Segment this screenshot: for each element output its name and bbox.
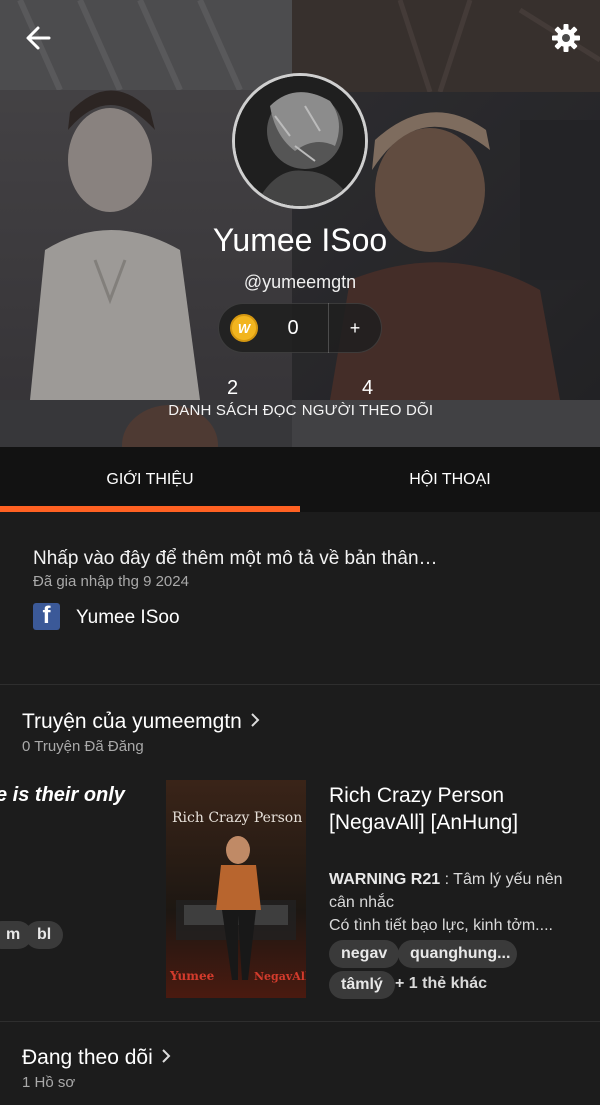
facebook-name-link[interactable]: Yumee ISoo: [76, 607, 180, 629]
story-cover[interactable]: Rich Crazy Person Yumee NegavAll: [166, 780, 306, 998]
more-tags-link[interactable]: + 1 thẻ khác: [395, 975, 487, 993]
followers-label: NGƯỜI THEO DÕI: [301, 402, 434, 419]
reading-lists-label: DANH SÁCH ĐỌC: [168, 402, 297, 419]
stories-header-link[interactable]: Truyện của yumeemgtn: [22, 710, 260, 734]
gear-icon: [552, 24, 580, 52]
story-tag[interactable]: quanghung...: [398, 940, 517, 968]
coin-icon: W: [230, 314, 258, 342]
back-arrow-icon: [26, 26, 51, 50]
story-description: WARNING R21 : Tâm lý yếu nên cân nhắc Có…: [329, 868, 589, 937]
tab-about[interactable]: GIỚI THIỆU: [0, 447, 300, 512]
partial-story-title[interactable]: e is their only: [0, 784, 125, 807]
profile-tabs: GIỚI THIỆU HỘI THOẠI: [0, 447, 600, 512]
story-tag[interactable]: bl: [25, 921, 64, 949]
story-title[interactable]: Rich Crazy Person [NegavAll] [AnHung]: [329, 782, 589, 836]
following-section: Đang theo dõi 1 Hồ sơ: [0, 1022, 600, 1105]
about-section: Nhấp vào đây để thêm một mô tả về bản th…: [0, 512, 600, 684]
profile-header: Yumee ISoo @yumeemgtn W 0 + 2 DANH SÁCH …: [0, 0, 600, 447]
settings-button[interactable]: [546, 18, 586, 58]
avatar-image: [235, 76, 365, 206]
tab-conversations[interactable]: HỘI THOẠI: [300, 447, 600, 512]
reading-lists-count: 2: [226, 377, 239, 399]
story-tag[interactable]: tâmlý: [329, 971, 395, 999]
followers-count: 4: [361, 377, 374, 399]
stories-count: 0 Truyện Đã Đăng: [22, 738, 144, 755]
cover-author-right: NegavAll: [254, 970, 306, 983]
back-button[interactable]: [18, 18, 58, 58]
following-header-link[interactable]: Đang theo dõi: [22, 1046, 171, 1070]
join-date: Đã gia nhập thg 9 2024: [33, 573, 189, 590]
following-title: Đang theo dõi: [22, 1046, 153, 1069]
chevron-right-icon: [250, 710, 260, 734]
cover-author-left: Yumee: [169, 969, 215, 983]
facebook-icon: f: [33, 603, 60, 630]
story-tag[interactable]: negav: [329, 940, 400, 968]
profile-handle: @yumeemgtn: [243, 272, 357, 292]
story-cover-art: Rich Crazy Person Yumee NegavAll: [166, 780, 306, 998]
profile-name: Yumee ISoo: [212, 222, 388, 258]
reading-lists-stat[interactable]: 2 DANH SÁCH ĐỌC: [165, 377, 300, 419]
chevron-right-icon: [161, 1046, 171, 1070]
cover-title-text: Rich Crazy Person: [172, 810, 302, 826]
coin-count: 0: [287, 316, 299, 339]
story-desc-line2: Có tình tiết bạo lực, kinh tởm....: [329, 917, 553, 934]
following-count: 1 Hồ sơ: [22, 1074, 76, 1091]
add-coins-button[interactable]: +: [329, 318, 381, 339]
coin-balance: W 0 +: [218, 303, 382, 353]
avatar[interactable]: [232, 73, 368, 209]
stories-title: Truyện của yumeemgtn: [22, 710, 242, 733]
followers-stat[interactable]: 4 NGƯỜI THEO DÕI: [300, 377, 435, 419]
add-description-prompt[interactable]: Nhấp vào đây để thêm một mô tả về bản th…: [33, 548, 438, 570]
story-warning: WARNING R21: [329, 871, 441, 888]
